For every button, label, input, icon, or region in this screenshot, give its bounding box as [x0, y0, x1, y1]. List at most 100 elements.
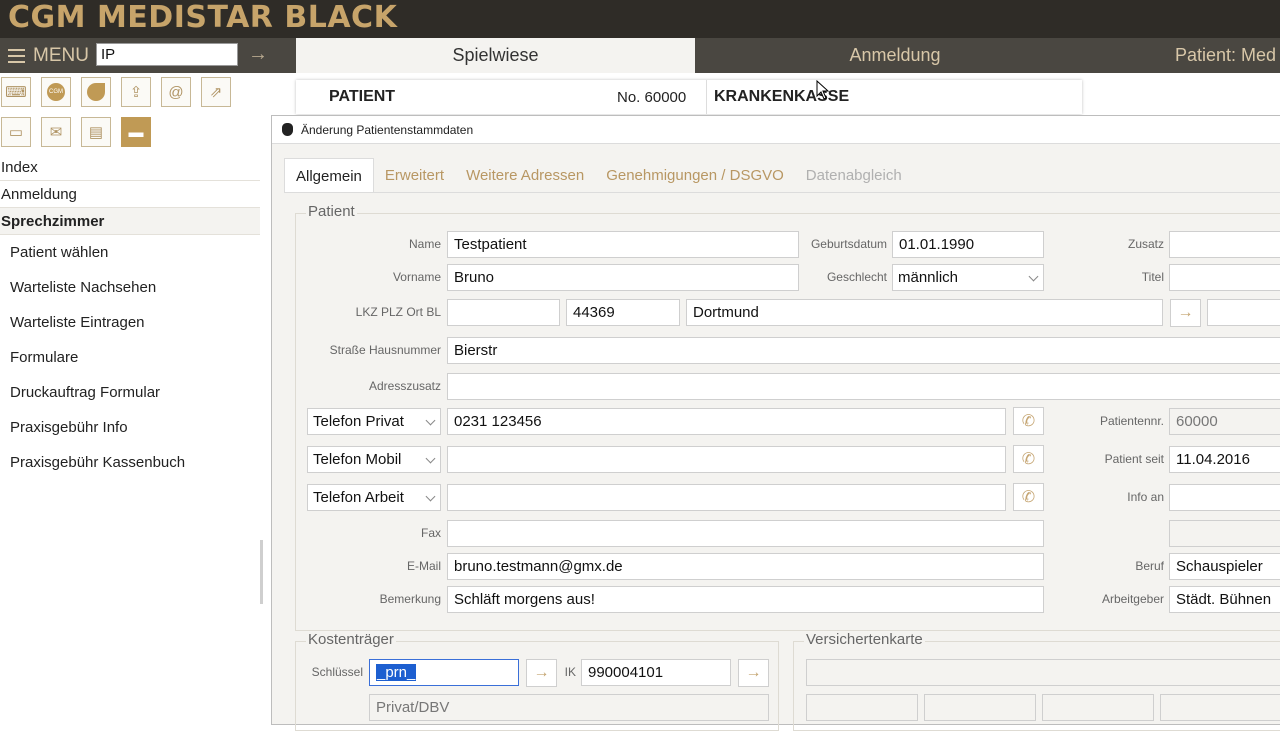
upload-icon[interactable]: ⇪: [121, 77, 151, 107]
name-label: Name: [408, 237, 441, 251]
name-field[interactable]: Testpatient: [447, 231, 799, 258]
vorname-label: Vorname: [392, 270, 441, 284]
tab-erweitert[interactable]: Erweitert: [374, 158, 455, 193]
versichertenkarte-group-title: Versichertenkarte: [804, 631, 925, 648]
fax-label: Fax: [420, 526, 441, 540]
sidebar-item-patient-waehlen[interactable]: Patient wählen: [0, 235, 260, 270]
ik-label: IK: [564, 665, 576, 679]
chat-icon[interactable]: ▬: [121, 117, 151, 147]
schluessel-field[interactable]: _prn_: [369, 659, 519, 686]
lookup-arrow-button[interactable]: →: [1170, 299, 1201, 327]
arrow-right-icon[interactable]: →: [248, 43, 268, 66]
patientennr-field: 60000: [1169, 408, 1280, 435]
sidebar-scrollbar[interactable]: [260, 540, 263, 604]
kostentraeger-group-title: Kostenträger: [306, 631, 396, 648]
chevron-down-icon: [1028, 271, 1039, 282]
keyboard-icon[interactable]: ⌨: [1, 77, 31, 107]
phone-icon: ✆: [1021, 413, 1036, 430]
zusatz-field[interactable]: [1169, 231, 1280, 258]
tab-weitere-adressen[interactable]: Weitere Adressen: [455, 158, 595, 193]
sidebar-header-index[interactable]: Index: [0, 154, 260, 181]
info-an-extra-field: [1169, 520, 1280, 547]
sidebar-item-druckauftrag-formular[interactable]: Druckauftrag Formular: [0, 375, 260, 410]
versichertenkarte-cell-3: [1042, 694, 1154, 721]
at-sign-icon[interactable]: @: [161, 77, 191, 107]
dialog-title: Änderung Patientenstammdaten: [301, 122, 474, 137]
clipboard-icon[interactable]: ▤: [81, 117, 111, 147]
arbeitgeber-label: Arbeitgeber: [1101, 592, 1164, 606]
sidebar-item-praxisgebuehr-info[interactable]: Praxisgebühr Info: [0, 410, 260, 445]
fax-field[interactable]: [447, 520, 1044, 547]
dialog-tabs: Allgemein Erweitert Weitere Adressen Gen…: [284, 158, 913, 193]
sidebar-header-anmeldung[interactable]: Anmeldung: [0, 181, 260, 208]
versichertenkarte-cell-1: [806, 694, 918, 721]
bl-field[interactable]: [1207, 299, 1280, 326]
patient-number: No. 60000: [617, 89, 687, 106]
video-icon[interactable]: ▭: [1, 117, 31, 147]
menu-button[interactable]: MENU: [8, 38, 89, 73]
phone2-field[interactable]: [447, 446, 1006, 473]
titel-field[interactable]: [1169, 264, 1280, 291]
shield-icon: [282, 123, 293, 136]
dialog-titlebar[interactable]: Änderung Patientenstammdaten: [272, 116, 1280, 144]
schluessel-lookup-button[interactable]: →: [526, 659, 557, 687]
lkz-field[interactable]: [447, 299, 560, 326]
cgm-logo-icon[interactable]: CGM: [41, 77, 71, 107]
arrow-right-icon: →: [745, 664, 762, 681]
geschlecht-label: Geschlecht: [826, 270, 887, 284]
phone1-field[interactable]: 0231 123456: [447, 408, 1006, 435]
beruf-field[interactable]: Schauspieler: [1169, 553, 1280, 580]
phone2-type-select[interactable]: Telefon Mobil: [307, 446, 441, 473]
tab-allgemein[interactable]: Allgemein: [284, 158, 374, 193]
strasse-field[interactable]: Bierstr: [447, 337, 1280, 364]
sidebar-item-formulare[interactable]: Formulare: [0, 340, 260, 375]
call-button-1[interactable]: ✆: [1013, 407, 1044, 435]
tab-datenabgleich[interactable]: Datenabgleich: [795, 158, 913, 193]
tab-genehmigungen-dsgvo[interactable]: Genehmigungen / DSGVO: [595, 158, 795, 193]
sidebar-item-praxisgebuehr-kassenbuch[interactable]: Praxisgebühr Kassenbuch: [0, 445, 260, 480]
tab-patient[interactable]: Patient: Med: [1095, 38, 1280, 73]
patient-seit-field[interactable]: 11.04.2016: [1169, 446, 1280, 473]
sidebar-item-warteliste-eintragen[interactable]: Warteliste Eintragen: [0, 305, 260, 340]
phone3-type-select[interactable]: Telefon Arbeit: [307, 484, 441, 511]
bemerkung-label: Bemerkung: [379, 592, 441, 606]
mail-icon[interactable]: ✉: [41, 117, 71, 147]
import-icon[interactable]: ⇗: [201, 77, 231, 107]
bemerkung-field[interactable]: Schläft morgens aus!: [447, 586, 1044, 613]
hamburger-icon: [8, 48, 25, 63]
phone1-type-value: Telefon Privat: [313, 413, 404, 430]
call-button-2[interactable]: ✆: [1013, 445, 1044, 473]
info-an-field[interactable]: [1169, 484, 1280, 511]
arbeitgeber-field[interactable]: Städt. Bühnen: [1169, 586, 1280, 613]
beruf-label: Beruf: [1135, 559, 1164, 573]
sidebar-header-sprechzimmer[interactable]: Sprechzimmer: [0, 208, 260, 235]
adresszusatz-field[interactable]: [447, 373, 1280, 400]
geschlecht-value: männlich: [898, 269, 959, 286]
phone3-field[interactable]: [447, 484, 1006, 511]
call-button-3[interactable]: ✆: [1013, 483, 1044, 511]
plz-field[interactable]: 44369: [566, 299, 680, 326]
email-field[interactable]: bruno.testmann@gmx.de: [447, 553, 1044, 580]
adresszusatz-label: Adresszusatz: [368, 379, 441, 393]
email-label: E-Mail: [406, 559, 441, 573]
icon-toolbar: ⌨ CGM ⇪ @ ⇗ ▭ ✉ ▤ ▬: [0, 76, 260, 154]
sidebar-item-warteliste-nachsehen[interactable]: Warteliste Nachsehen: [0, 270, 260, 305]
patient-master-data-dialog: Änderung Patientenstammdaten Allgemein E…: [271, 115, 1280, 731]
sidebar: Index Anmeldung Sprechzimmer Patient wäh…: [0, 154, 260, 720]
geburtsdatum-field[interactable]: 01.01.1990: [892, 231, 1044, 258]
phone1-type-select[interactable]: Telefon Privat: [307, 408, 441, 435]
schluessel-label: Schlüssel: [311, 665, 363, 679]
patient-seit-label: Patient seit: [1104, 452, 1164, 466]
tab-anmeldung[interactable]: Anmeldung: [695, 38, 1095, 73]
search-input[interactable]: [96, 43, 238, 66]
ik-lookup-button[interactable]: →: [738, 659, 769, 687]
leaf-icon[interactable]: [81, 77, 111, 107]
vorname-field[interactable]: Bruno: [447, 264, 799, 291]
tab-spielwiese[interactable]: Spielwiese: [296, 38, 695, 73]
insurance-header: KRANKENKASSE: [706, 80, 1082, 114]
app-banner: CGM MEDISTAR BLACK: [0, 0, 1280, 38]
geschlecht-select[interactable]: männlich: [892, 264, 1044, 291]
geburtsdatum-label: Geburtsdatum: [810, 237, 887, 251]
ik-field[interactable]: 990004101: [581, 659, 731, 686]
ort-field[interactable]: Dortmund: [686, 299, 1163, 326]
